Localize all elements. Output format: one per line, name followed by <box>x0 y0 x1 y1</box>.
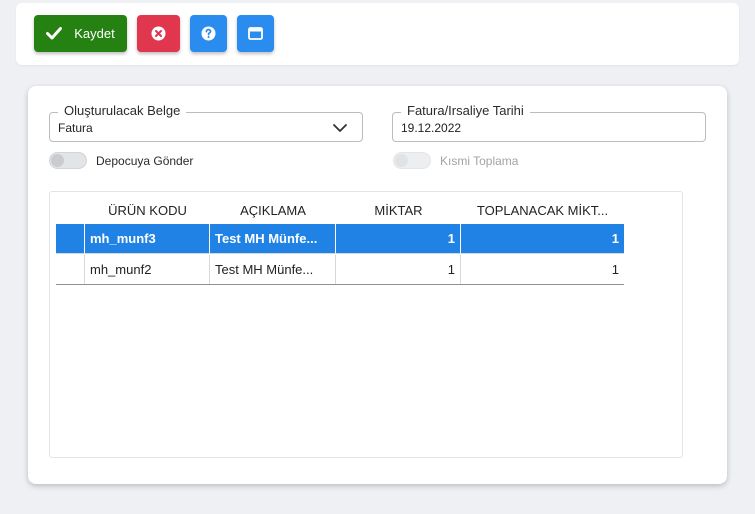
window-icon <box>248 27 263 40</box>
save-button-label: Kaydet <box>74 26 115 41</box>
cell-aciklama: Test MH Münfe... <box>210 255 336 284</box>
header-toplanacak-miktar[interactable]: TOPLANACAK MİKT... <box>461 200 624 225</box>
toggle-track[interactable] <box>49 152 87 169</box>
row-select-cell[interactable] <box>56 255 85 284</box>
belge-select[interactable]: Oluşturulacak Belge Fatura <box>49 103 363 142</box>
cell-aciklama: Test MH Münfe... <box>210 224 336 253</box>
belge-label: Oluşturulacak Belge <box>58 103 187 119</box>
close-circle-icon <box>151 26 166 41</box>
cell-miktar: 1 <box>336 224 461 253</box>
depocuya-gonder-label: Depocuya Gönder <box>96 153 194 168</box>
row-select-cell[interactable] <box>56 224 85 253</box>
product-grid: ÜRÜN KODU AÇIKLAMA MİKTAR TOPLANACAK MİK… <box>49 191 683 458</box>
kismi-toplama-toggle: Kısmi Toplama <box>393 152 518 169</box>
chevron-down-icon <box>333 124 347 132</box>
grid-header: ÜRÜN KODU AÇIKLAMA MİKTAR TOPLANACAK MİK… <box>56 200 624 225</box>
header-miktar[interactable]: MİKTAR <box>336 200 461 225</box>
toggle-track-disabled <box>393 152 431 169</box>
depocuya-gonder-toggle[interactable]: Depocuya Gönder <box>49 152 193 169</box>
cell-urun-kodu: mh_munf2 <box>85 255 210 284</box>
kismi-toplama-label: Kısmi Toplama <box>440 153 519 168</box>
table-row-selected[interactable]: mh_munf3 Test MH Münfe... 1 1 <box>56 224 624 254</box>
tarih-value: 19.12.2022 <box>401 121 462 135</box>
toggle-knob <box>51 154 64 167</box>
help-button[interactable] <box>190 15 227 52</box>
window-button[interactable] <box>237 15 274 52</box>
check-icon <box>46 27 63 40</box>
table-row[interactable]: mh_munf2 Test MH Münfe... 1 1 <box>56 255 624 285</box>
belge-value: Fatura <box>58 121 93 135</box>
toggle-knob <box>395 154 408 167</box>
form-card: Oluşturulacak Belge Fatura Fatura/Irsali… <box>28 86 727 484</box>
tarih-input[interactable]: Fatura/Irsaliye Tarihi 19.12.2022 <box>392 103 706 142</box>
save-button[interactable]: Kaydet <box>34 15 127 52</box>
cell-urun-kodu: mh_munf3 <box>85 224 210 253</box>
cancel-button[interactable] <box>137 15 180 52</box>
cell-toplanacak[interactable]: 1 <box>461 224 624 253</box>
cell-miktar: 1 <box>336 255 461 284</box>
question-circle-icon <box>201 26 216 41</box>
header-urun-kodu[interactable]: ÜRÜN KODU <box>85 200 210 225</box>
header-aciklama[interactable]: AÇIKLAMA <box>210 200 336 225</box>
tarih-label: Fatura/Irsaliye Tarihi <box>401 103 530 119</box>
toolbar: Kaydet <box>16 3 739 65</box>
header-select-column <box>56 200 85 225</box>
cell-toplanacak[interactable]: 1 <box>461 255 624 284</box>
